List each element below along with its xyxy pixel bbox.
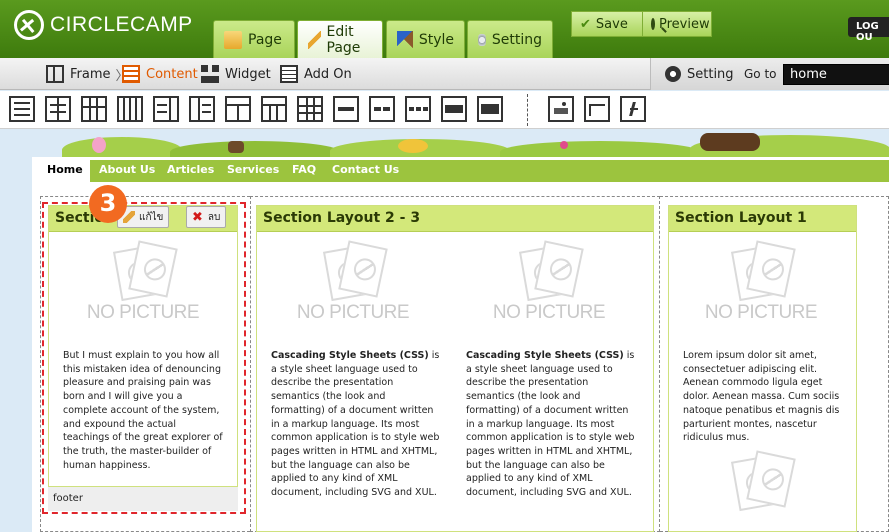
tab-edit-page-label: Edit Page [326,23,361,56]
no-picture-placeholder [701,450,821,532]
layout-2-1-icon[interactable] [153,96,179,122]
layout-1-col-icon[interactable] [9,96,35,122]
logo: CIRCLECAMP [14,10,193,40]
tab-style-label: Style [418,31,454,48]
layout-row-1-icon[interactable] [333,96,359,122]
widget-label: Widget [225,66,271,82]
section-body-text: Lorem ipsum dolor sit amet, consectetuer… [683,350,840,444]
style-icon [397,30,413,49]
tab-style[interactable]: Style [386,20,465,58]
setting-button[interactable]: Setting [665,64,734,84]
logout-button[interactable]: LOG OU [848,17,889,43]
logo-icon [14,10,44,40]
logo-text: CIRCLECAMP [50,13,193,36]
layout-row-3-icon[interactable] [405,96,431,122]
addon-label: Add On [304,66,352,82]
nav-item-services[interactable]: Services [227,163,279,176]
nav-item-articles[interactable]: Articles [167,163,214,176]
no-picture-text: NO PICTURE [704,302,818,323]
layout-1-2-icon[interactable] [189,96,215,122]
widget-icon [201,65,219,83]
layout-grid-icon[interactable] [297,96,323,122]
save-label: Save [595,16,628,32]
layout-row-2-icon[interactable] [369,96,395,122]
content-menu[interactable]: Content [122,64,198,84]
layout-4-col-icon[interactable] [117,96,143,122]
edit-icon [308,30,321,49]
toolbar-divider [527,94,528,126]
page-icon [224,30,242,49]
tab-page[interactable]: Page [213,20,295,58]
image-widget-icon[interactable] [548,96,574,122]
section-layout-1[interactable]: Section Layout 1 NO PICTURE Lorem ipsum … [668,205,857,532]
layout-header-2-col-icon[interactable] [225,96,251,122]
flash-widget-icon[interactable] [620,96,646,122]
goto-page-select[interactable]: home [783,64,889,85]
layout-row-5-icon[interactable] [477,96,503,122]
content-label: Content [146,66,198,82]
checkmark-icon: ✔ [580,16,591,32]
section-body-text: Cascading Style Sheets (CSS) is a style … [271,349,441,500]
no-picture-text: NO PICTURE [296,302,410,323]
selected-section-outline [42,202,246,514]
gear-icon [665,66,681,82]
app-header: CIRCLECAMP Page Edit Page Style Setting … [0,0,889,58]
search-icon [651,18,655,30]
photo-icon [534,240,584,298]
layout-2-col-icon[interactable] [45,96,71,122]
photo-icon [746,450,796,508]
gear-icon [478,30,486,49]
tab-edit-page[interactable]: Edit Page [297,20,383,58]
css-term: Cascading Style Sheets (CSS) [466,350,624,361]
section-title: Section Layout 2 - 3 [257,206,653,232]
step-badge: 3 [89,185,127,223]
photo-icon [338,240,388,298]
section-body-text: Cascading Style Sheets (CSS) is a style … [466,349,636,500]
tab-setting[interactable]: Setting [467,20,553,58]
preview-button[interactable]: Preview [642,11,712,37]
section-title: Section Layout 1 [669,206,856,232]
frame-icon [46,65,64,83]
preview-label: Preview [659,16,710,32]
nav-item-contact[interactable]: Contact Us [332,163,399,176]
body-rest: is a style sheet language used to descri… [271,350,440,499]
content-icon [122,65,140,83]
addon-menu[interactable]: Add On [280,64,352,84]
section-layout-2-3[interactable]: Section Layout 2 - 3 NO PICTURE NO PICTU… [256,205,654,532]
no-picture-placeholder: NO PICTURE [489,240,609,334]
setting-label: Setting [687,66,734,82]
goto-label: Go to [744,67,777,81]
layout-row-4-icon[interactable] [441,96,467,122]
photo-icon [746,240,796,298]
no-picture-placeholder: NO PICTURE [293,240,413,334]
no-picture-text: NO PICTURE [492,302,606,323]
tab-setting-label: Setting [491,31,542,48]
no-picture-placeholder: NO PICTURE [701,240,821,334]
gallery-widget-icon[interactable] [584,96,610,122]
frame-menu[interactable]: Frame 〉 [46,64,129,84]
widget-menu[interactable]: Widget [201,64,271,84]
save-button[interactable]: ✔ Save [571,11,643,37]
nav-item-about[interactable]: About Us [99,163,155,176]
frame-label: Frame [70,66,111,82]
nav-item-faq[interactable]: FAQ [292,163,316,176]
css-term: Cascading Style Sheets (CSS) [271,350,429,361]
layout-picker [0,91,889,129]
site-navigation: Home About Us Articles Services FAQ Cont… [40,160,889,182]
tab-page-label: Page [248,31,282,48]
site-banner [0,129,889,159]
body-rest: is a style sheet language used to descri… [466,350,635,499]
nav-item-home[interactable]: Home [40,160,90,182]
layout-3-col-icon[interactable] [81,96,107,122]
layout-header-3-col-icon[interactable] [261,96,287,122]
addon-icon [280,65,298,83]
